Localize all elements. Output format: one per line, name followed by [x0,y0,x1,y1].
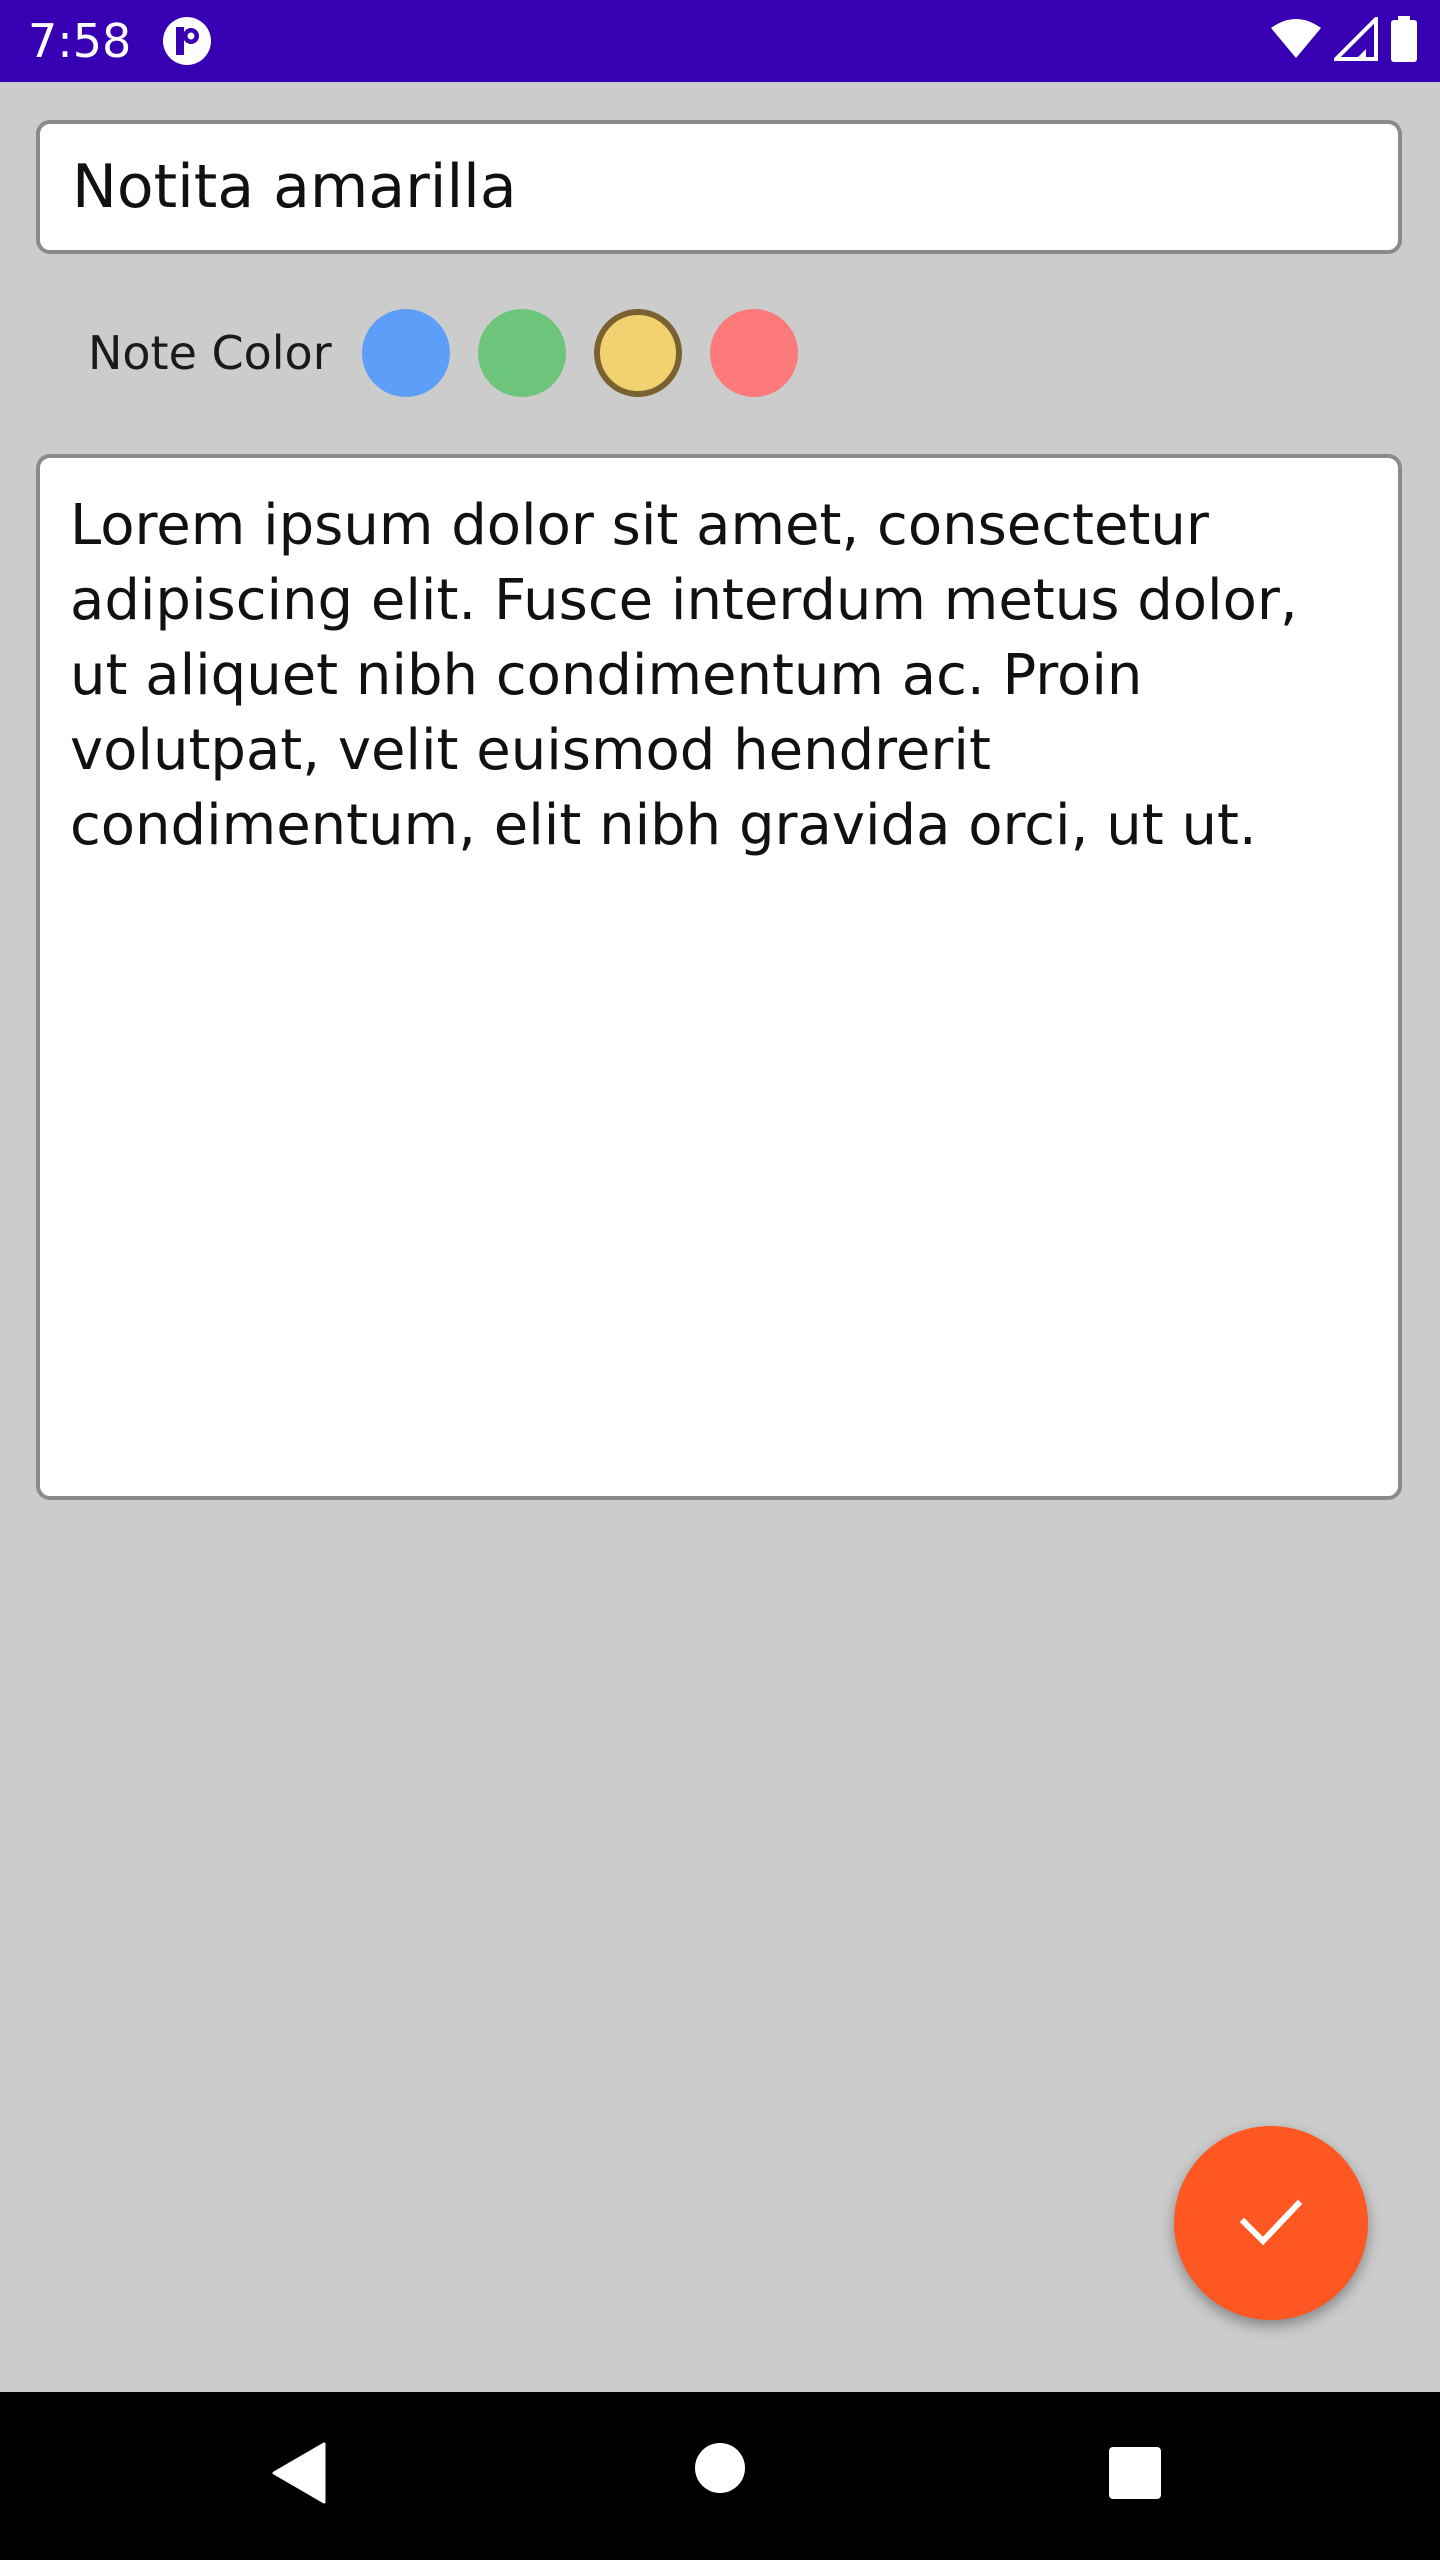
note-color-picker: Note Color [88,308,826,398]
note-body-input[interactable]: Lorem ipsum dolor sit amet, consectetur … [36,454,1402,1500]
battery-icon [1390,16,1418,66]
app-notification-icon [162,16,212,66]
check-icon [1236,2186,1306,2260]
save-note-button[interactable] [1174,2126,1368,2320]
status-icons [1270,14,1418,66]
status-time: 7:58 [28,14,132,68]
note-title-input[interactable]: Notita amarilla [36,120,1402,254]
recents-icon[interactable] [1108,2446,1162,2504]
color-swatch-blue[interactable] [361,309,450,397]
note-color-label: Note Color [88,326,332,380]
home-icon[interactable] [694,2442,746,2498]
color-swatch-red[interactable] [709,309,798,397]
color-swatch-yellow[interactable] [593,309,682,397]
color-swatch-green[interactable] [477,309,566,397]
wifi-icon [1270,18,1322,64]
cell-signal-icon [1331,14,1378,65]
back-icon[interactable] [272,2442,326,2508]
system-nav-bar [0,2392,1440,2560]
status-bar: 7:58 [0,0,1440,82]
